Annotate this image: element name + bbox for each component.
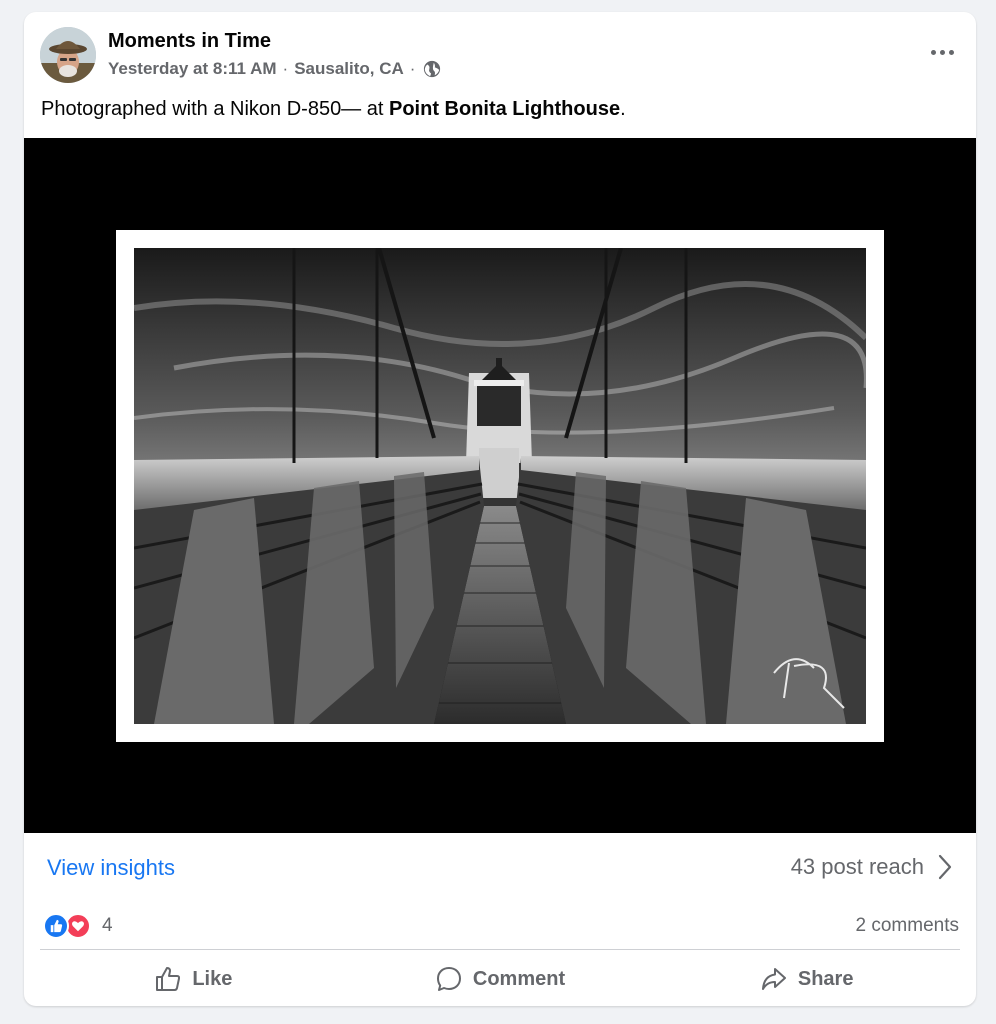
- post-photo[interactable]: [24, 138, 976, 833]
- comments-count[interactable]: 2 comments: [856, 915, 959, 937]
- post-header: Moments in Time Yesterday at 8:11 AM · S…: [24, 12, 976, 92]
- photo-illustration: [134, 248, 866, 724]
- page-name[interactable]: Moments in Time: [108, 30, 271, 53]
- more-dot-icon: [939, 49, 945, 55]
- caption-suffix: .: [620, 98, 626, 120]
- avatar[interactable]: [40, 27, 96, 83]
- reaction-count[interactable]: 4: [102, 915, 113, 937]
- thumbs-up-icon: [50, 919, 63, 933]
- heart-icon: [71, 921, 85, 932]
- post-actions: Like Comment Share: [40, 956, 960, 1002]
- more-options-button[interactable]: [926, 40, 958, 64]
- like-reaction-icon: [43, 913, 69, 939]
- like-label: Like: [192, 967, 233, 990]
- share-arrow-icon: [761, 968, 786, 990]
- post-timestamp[interactable]: Yesterday at 8:11 AM: [108, 59, 277, 79]
- view-insights-link[interactable]: View insights: [47, 855, 175, 881]
- reaction-icons[interactable]: [43, 913, 97, 939]
- caption-text: Photographed with a Nikon D-850— at: [41, 98, 389, 120]
- like-button[interactable]: Like: [40, 956, 347, 1002]
- insights-row: View insights 43 post reach: [24, 833, 976, 903]
- share-button[interactable]: Share: [653, 956, 960, 1002]
- share-label: Share: [797, 967, 854, 990]
- post-reach-button[interactable]: 43 post reach: [791, 854, 952, 880]
- meta-separator: ·: [282, 59, 289, 78]
- comment-bubble-icon: [436, 967, 461, 991]
- comment-button[interactable]: Comment: [347, 956, 654, 1002]
- post-card: Moments in Time Yesterday at 8:11 AM · S…: [24, 12, 976, 1006]
- post-caption: Photographed with a Nikon D-850— at Poin…: [41, 98, 626, 121]
- actions-divider: [40, 949, 960, 950]
- more-dot-icon: [948, 49, 954, 55]
- globe-icon[interactable]: [423, 60, 441, 78]
- caption-place-link[interactable]: Point Bonita Lighthouse: [389, 98, 620, 120]
- more-dot-icon: [930, 49, 936, 55]
- thumbs-up-icon: [156, 967, 181, 991]
- meta-separator: ·: [409, 59, 416, 78]
- post-reach-label: 43 post reach: [790, 854, 924, 879]
- avatar-image: [40, 27, 96, 83]
- post-location[interactable]: Sausalito, CA: [294, 59, 404, 79]
- comment-label: Comment: [472, 967, 566, 990]
- chevron-right-icon: [938, 854, 952, 880]
- reactions-row: 4 2 comments: [40, 909, 960, 943]
- post-meta: Yesterday at 8:11 AM · Sausalito, CA ·: [108, 59, 441, 79]
- lighthouse-bridge-photo: [134, 248, 866, 724]
